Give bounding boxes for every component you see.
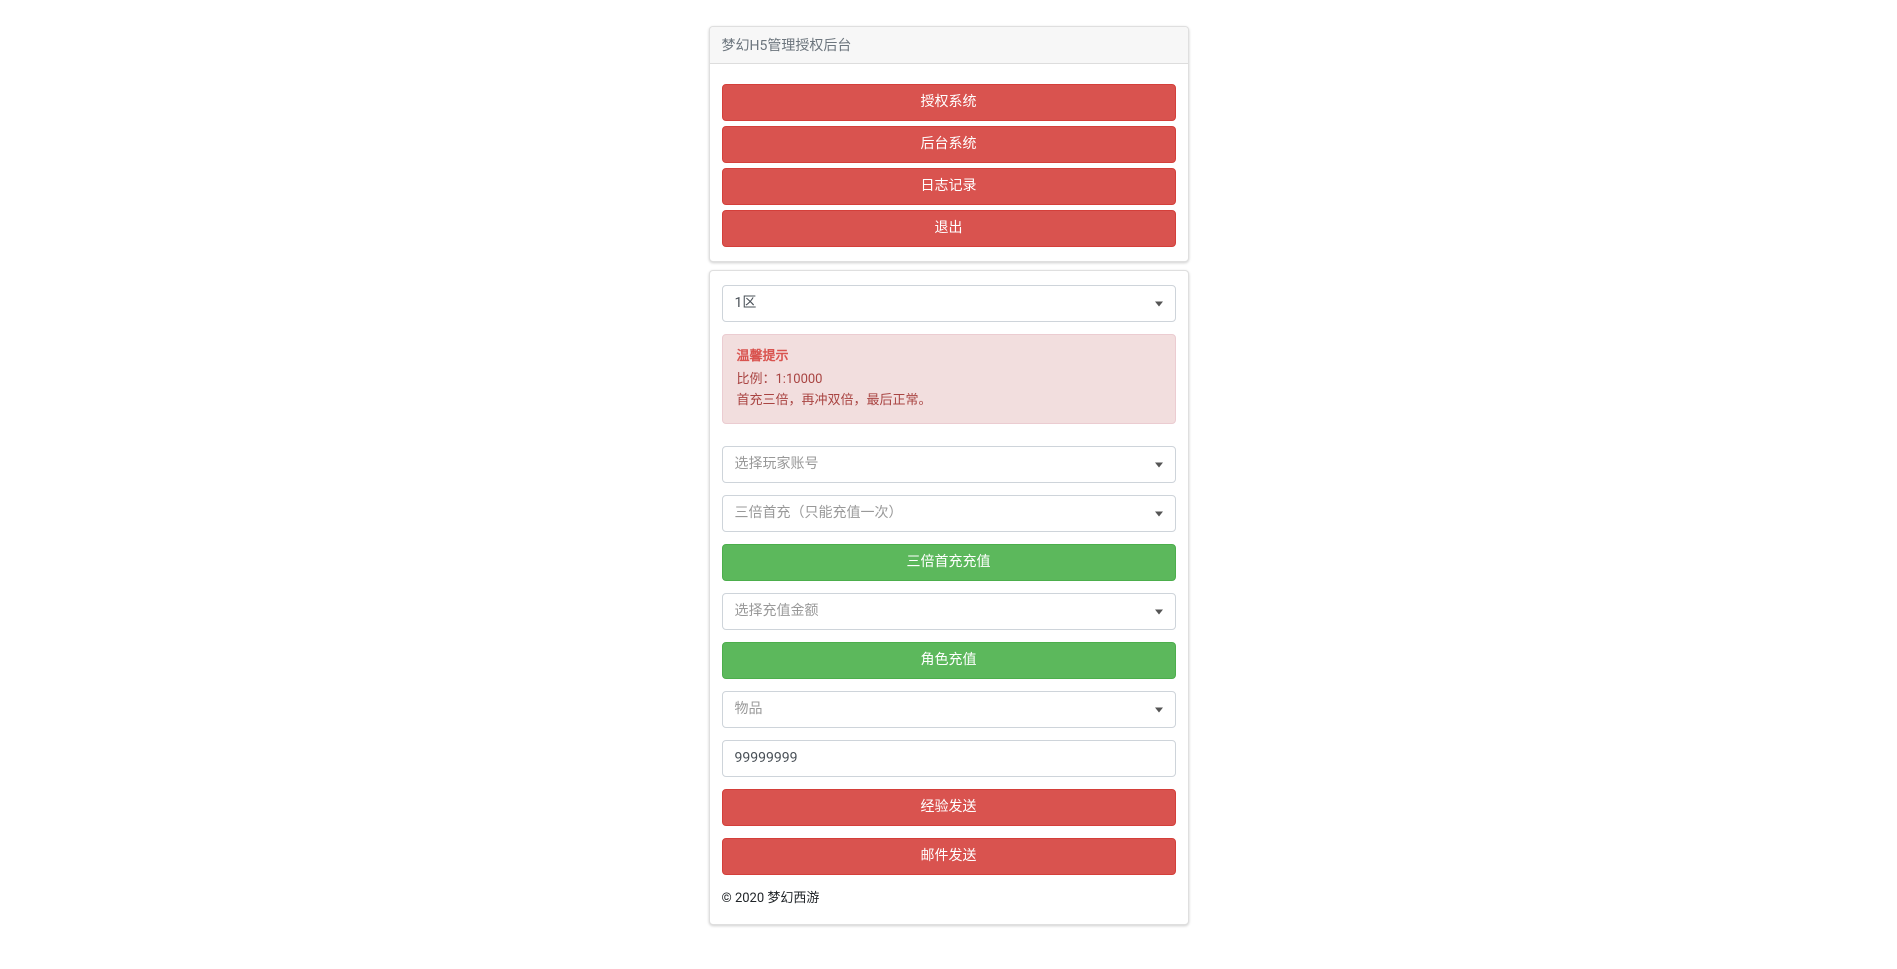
player-account-placeholder: 选择玩家账号: [735, 456, 819, 472]
alert-tip: 温馨提示 比例：1:10000 首充三倍，再冲双倍，最后正常。: [722, 334, 1176, 424]
zone-select-value: 1区: [735, 295, 757, 311]
log-records-button[interactable]: 日志记录: [722, 168, 1176, 205]
recharge-amount-select[interactable]: 选择充值金额: [722, 593, 1176, 630]
first-charge-value: 三倍首充（只能充值一次）: [735, 505, 903, 521]
mail-send-button[interactable]: 邮件发送: [722, 838, 1176, 875]
card-title: 梦幻H5管理授权后台: [710, 27, 1188, 64]
player-account-select[interactable]: 选择玩家账号: [722, 446, 1176, 483]
role-recharge-button[interactable]: 角色充值: [722, 642, 1176, 679]
triple-recharge-button[interactable]: 三倍首充充值: [722, 544, 1176, 581]
backend-system-button[interactable]: 后台系统: [722, 126, 1176, 163]
chevron-down-icon: [1155, 707, 1163, 712]
auth-system-button[interactable]: 授权系统: [722, 84, 1176, 121]
item-select[interactable]: 物品: [722, 691, 1176, 728]
item-placeholder: 物品: [735, 701, 763, 717]
footer-copyright: © 2020 梦幻西游: [722, 883, 1176, 914]
recharge-amount-placeholder: 选择充值金额: [735, 603, 819, 619]
logout-button[interactable]: 退出: [722, 210, 1176, 247]
alert-line-2: 首充三倍，再冲双倍，最后正常。: [737, 391, 1161, 412]
nav-card: 梦幻H5管理授权后台 授权系统 后台系统 日志记录 退出: [709, 26, 1189, 262]
chevron-down-icon: [1155, 511, 1163, 516]
chevron-down-icon: [1155, 301, 1163, 306]
chevron-down-icon: [1155, 462, 1163, 467]
chevron-down-icon: [1155, 609, 1163, 614]
zone-select[interactable]: 1区: [722, 285, 1176, 322]
main-card: 1区 温馨提示 比例：1:10000 首充三倍，再冲双倍，最后正常。 选择玩家账…: [709, 270, 1189, 925]
alert-title: 温馨提示: [737, 347, 1161, 368]
exp-send-button[interactable]: 经验发送: [722, 789, 1176, 826]
quantity-input[interactable]: [722, 740, 1176, 777]
first-charge-select[interactable]: 三倍首充（只能充值一次）: [722, 495, 1176, 532]
alert-line-1: 比例：1:10000: [737, 370, 1161, 391]
